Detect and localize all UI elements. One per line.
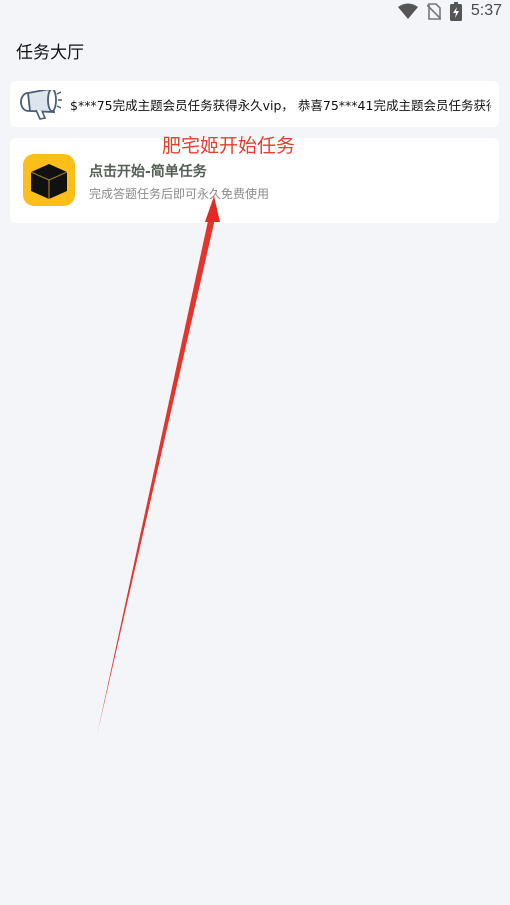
annotation-arrow <box>97 196 220 735</box>
